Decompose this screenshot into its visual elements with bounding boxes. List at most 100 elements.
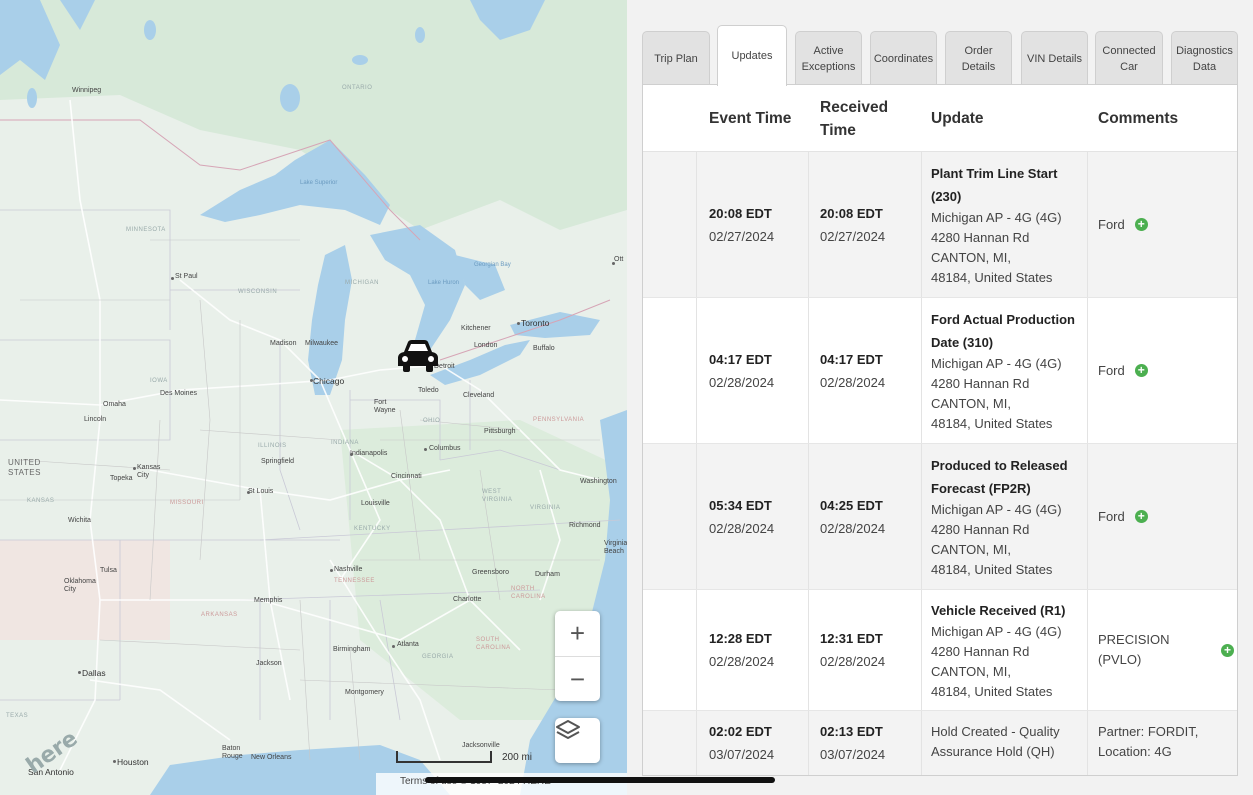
tab-updates[interactable]: Updates bbox=[717, 25, 787, 86]
update-postal: 48184, United States bbox=[931, 415, 1053, 431]
map-label-greensboro: Greensboro bbox=[472, 569, 509, 576]
zoom-in-button[interactable]: + bbox=[555, 611, 600, 656]
table-row[interactable]: 04:17 EDT 02/28/2024 04:17 EDT 02/28/202… bbox=[643, 298, 1237, 444]
map-label-oklahoma-city: Oklahoma City bbox=[64, 578, 96, 593]
header-event-time[interactable]: Event Time bbox=[709, 85, 809, 152]
map-label-wichita: Wichita bbox=[68, 517, 91, 524]
map-label-arkansas: ARKANSAS bbox=[201, 612, 238, 618]
map-label-south-carolina: SOUTH CAROLINA bbox=[476, 637, 511, 651]
update-cell: Produced to Released Forecast (FP2R) Mic… bbox=[931, 444, 1081, 589]
map-layers-button[interactable] bbox=[555, 718, 600, 763]
header-update[interactable]: Update bbox=[931, 85, 1081, 152]
update-location: Michigan AP - 4G (4G) bbox=[931, 355, 1062, 371]
screen: Winnipeg ONTARIO MINNESOTA Lake Superior… bbox=[0, 0, 1253, 795]
event-time: 04:17 EDT bbox=[709, 351, 772, 367]
tab-connected-car[interactable]: Connected Car bbox=[1095, 31, 1163, 85]
map-label-virginia-beach: Virginia Beach bbox=[604, 540, 627, 555]
city-dot bbox=[517, 322, 520, 325]
update-city: CANTON, MI, bbox=[931, 541, 1011, 557]
map-label-topeka: Topeka bbox=[110, 475, 133, 482]
map-label-texas: TEXAS bbox=[6, 713, 29, 719]
tab-coordinates[interactable]: Coordinates bbox=[870, 31, 937, 85]
tab-active-exceptions[interactable]: Active Exceptions bbox=[795, 31, 862, 85]
add-comment-icon[interactable]: + bbox=[1134, 510, 1148, 523]
comments-cell: Ford + bbox=[1098, 444, 1234, 589]
city-dot bbox=[171, 277, 174, 280]
map-label-charlotte: Charlotte bbox=[453, 596, 482, 603]
map-label-winnipeg: Winnipeg bbox=[72, 87, 102, 94]
table-row[interactable]: 20:08 EDT 02/27/2024 20:08 EDT 02/27/202… bbox=[643, 152, 1237, 298]
map-label-virginia: VIRGINIA bbox=[530, 505, 561, 511]
map-label-st-louis: St Louis bbox=[248, 488, 274, 495]
map-label-lake-superior: Lake Superior bbox=[300, 180, 338, 186]
map-label-london: London bbox=[474, 342, 498, 349]
city-dot bbox=[133, 467, 136, 470]
map-label-dallas: Dallas bbox=[82, 668, 106, 678]
map-label-jacksonville: Jacksonville bbox=[462, 742, 500, 749]
update-postal: 48184, United States bbox=[931, 561, 1053, 577]
map-label-birmingham: Birmingham bbox=[333, 646, 371, 653]
shipment-details-panel: Trip Plan Updates Active Exceptions Coor… bbox=[627, 0, 1253, 795]
map-label-ottawa: Ott bbox=[614, 256, 624, 263]
header-received-time[interactable]: Received Time bbox=[820, 85, 910, 152]
map-label-indiana: INDIANA bbox=[331, 440, 359, 446]
event-time: 12:28 EDT bbox=[709, 631, 772, 646]
header-comments[interactable]: Comments bbox=[1098, 85, 1228, 152]
map-label-fort-wayne: Fort Wayne bbox=[374, 399, 396, 414]
received-date: 02/28/2024 bbox=[820, 654, 886, 669]
tab-trip-plan[interactable]: Trip Plan bbox=[642, 31, 710, 85]
car-icon[interactable] bbox=[395, 337, 441, 373]
map-scale-bar bbox=[396, 751, 492, 763]
map-label-louisville: Louisville bbox=[361, 500, 390, 507]
table-row[interactable]: 05:34 EDT 02/28/2024 04:25 EDT 02/28/202… bbox=[643, 444, 1237, 590]
update-title: Ford Actual Production Date (310) bbox=[931, 311, 1075, 350]
map-label-toronto: Toronto bbox=[521, 318, 550, 328]
tab-order-details[interactable]: Order Details bbox=[945, 31, 1012, 85]
update-line: Hold Created - Quality bbox=[931, 724, 1060, 739]
city-dot bbox=[330, 569, 333, 572]
add-comment-icon[interactable]: + bbox=[1134, 364, 1148, 377]
map-label-washington: Washington bbox=[580, 478, 617, 485]
update-location: Michigan AP - 4G (4G) bbox=[931, 501, 1062, 517]
update-cell: Plant Trim Line Start (230) Michigan AP … bbox=[931, 152, 1081, 297]
zoom-out-button[interactable]: − bbox=[555, 656, 600, 701]
event-date: 02/28/2024 bbox=[709, 374, 775, 390]
comments-cell: PRECISION (PVLO) + bbox=[1098, 590, 1234, 710]
event-date: 02/27/2024 bbox=[709, 228, 775, 244]
map-label-lake-huron: Lake Huron bbox=[428, 280, 460, 286]
city-dot bbox=[612, 262, 615, 265]
table-row[interactable]: 12:28 EDT 02/28/2024 12:31 EDT 02/28/202… bbox=[643, 590, 1237, 711]
map-view[interactable]: Winnipeg ONTARIO MINNESOTA Lake Superior… bbox=[0, 0, 627, 795]
map-label-missouri: MISSOURI bbox=[170, 500, 204, 506]
tab-diagnostics-data[interactable]: Diagnostics Data bbox=[1171, 31, 1238, 85]
tab-vin-details[interactable]: VIN Details bbox=[1021, 31, 1088, 85]
event-time-cell: 20:08 EDT 02/27/2024 bbox=[709, 152, 804, 297]
table-row[interactable]: 02:02 EDT 03/07/2024 02:13 EDT 03/07/202… bbox=[643, 711, 1237, 775]
comment-text: Ford bbox=[1098, 362, 1125, 378]
updates-table: Event Time Received Time Update Comments… bbox=[642, 84, 1238, 776]
update-location: Michigan AP - 4G (4G) bbox=[931, 623, 1062, 639]
map-label-new-orleans: New Orleans bbox=[251, 754, 292, 761]
add-comment-icon[interactable]: + bbox=[1221, 643, 1234, 657]
add-comment-icon[interactable]: + bbox=[1134, 218, 1148, 231]
city-dot bbox=[424, 448, 427, 451]
map-label-buffalo: Buffalo bbox=[533, 345, 555, 352]
received-time: 04:25 EDT bbox=[820, 497, 883, 513]
comment-text: Ford bbox=[1098, 508, 1125, 524]
table-header: Event Time Received Time Update Comments bbox=[643, 85, 1237, 152]
map-label-baton-rouge: Baton Rouge bbox=[222, 745, 243, 760]
map-label-montgomery: Montgomery bbox=[345, 689, 384, 696]
update-street: 4280 Hannan Rd bbox=[931, 229, 1030, 245]
received-date: 03/07/2024 bbox=[820, 747, 886, 762]
city-dot bbox=[310, 379, 313, 382]
update-cell: Ford Actual Production Date (310) Michig… bbox=[931, 298, 1081, 443]
map-label-tennessee: TENNESSEE bbox=[334, 578, 375, 584]
map-label-houston: Houston bbox=[117, 757, 149, 767]
city-dot bbox=[113, 760, 116, 763]
map-label-tulsa: Tulsa bbox=[100, 567, 117, 574]
map-scale-label: 200 mi bbox=[502, 752, 533, 763]
map-label-cleveland: Cleveland bbox=[463, 392, 495, 399]
map-label-des-moines: Des Moines bbox=[160, 390, 197, 397]
event-date: 02/28/2024 bbox=[709, 654, 775, 669]
map-label-united-states: UNITED STATES bbox=[8, 458, 41, 477]
